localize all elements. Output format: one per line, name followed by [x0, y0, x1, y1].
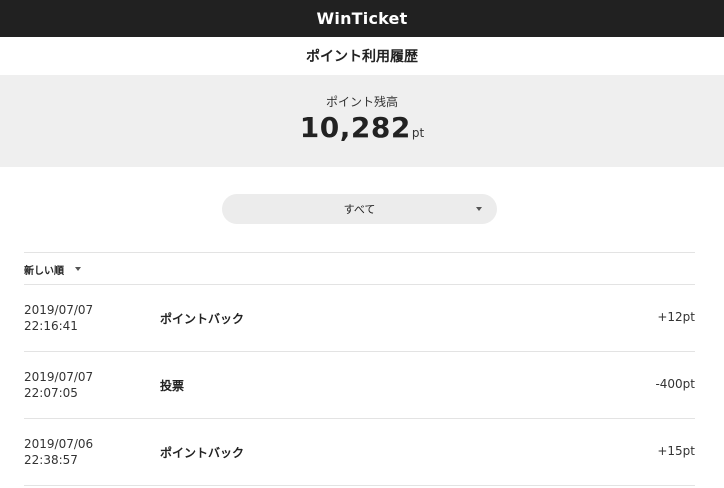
- history-amount: +12pt: [657, 310, 695, 324]
- points-balance-panel: ポイント残高 10,282 pt: [0, 75, 724, 167]
- history-description: 投票: [160, 379, 185, 393]
- filter-selected-value: すべて: [343, 203, 376, 216]
- history-datetime: 2019/07/06 22:38:57: [24, 436, 93, 468]
- page-title-bar: ポイント利用履歴: [0, 37, 724, 75]
- filter-dropdown[interactable]: すべて: [222, 194, 497, 224]
- history-time: 22:16:41: [24, 319, 78, 333]
- history-amount: +15pt: [657, 444, 695, 458]
- history-datetime: 2019/07/07 22:07:05: [24, 369, 93, 401]
- divider: [24, 485, 695, 486]
- history-date: 2019/07/07: [24, 303, 94, 317]
- points-balance-label: ポイント残高: [325, 95, 398, 109]
- history-row: 2019/07/06 22:38:57 ポイントバック +15pt: [24, 419, 695, 485]
- points-balance: 10,282 pt: [0, 111, 724, 144]
- points-balance-value: 10,282: [299, 111, 411, 144]
- history-amount: -400pt: [655, 377, 695, 391]
- history-time: 22:38:57: [24, 453, 78, 467]
- points-balance-unit: pt: [411, 126, 425, 140]
- history-description: ポイントバック: [160, 312, 245, 326]
- history-date: 2019/07/06: [24, 437, 94, 451]
- app-logo: WinTicket: [316, 9, 408, 28]
- history-description: ポイントバック: [160, 446, 245, 460]
- page-title: ポイント利用履歴: [306, 49, 418, 65]
- history-row: 2019/07/07 22:16:41 ポイントバック +12pt: [24, 285, 695, 351]
- sort-dropdown[interactable]: 新しい順: [24, 262, 81, 277]
- history-date: 2019/07/07: [24, 370, 94, 384]
- history-row: 2019/07/07 22:07:05 投票 -400pt: [24, 352, 695, 418]
- app-header: WinTicket: [0, 0, 724, 37]
- chevron-down-icon: [476, 207, 482, 211]
- divider: [24, 252, 695, 253]
- history-time: 22:07:05: [24, 386, 78, 400]
- chevron-down-icon: [75, 267, 81, 271]
- history-datetime: 2019/07/07 22:16:41: [24, 302, 93, 334]
- sort-selected-value: 新しい順: [24, 265, 64, 277]
